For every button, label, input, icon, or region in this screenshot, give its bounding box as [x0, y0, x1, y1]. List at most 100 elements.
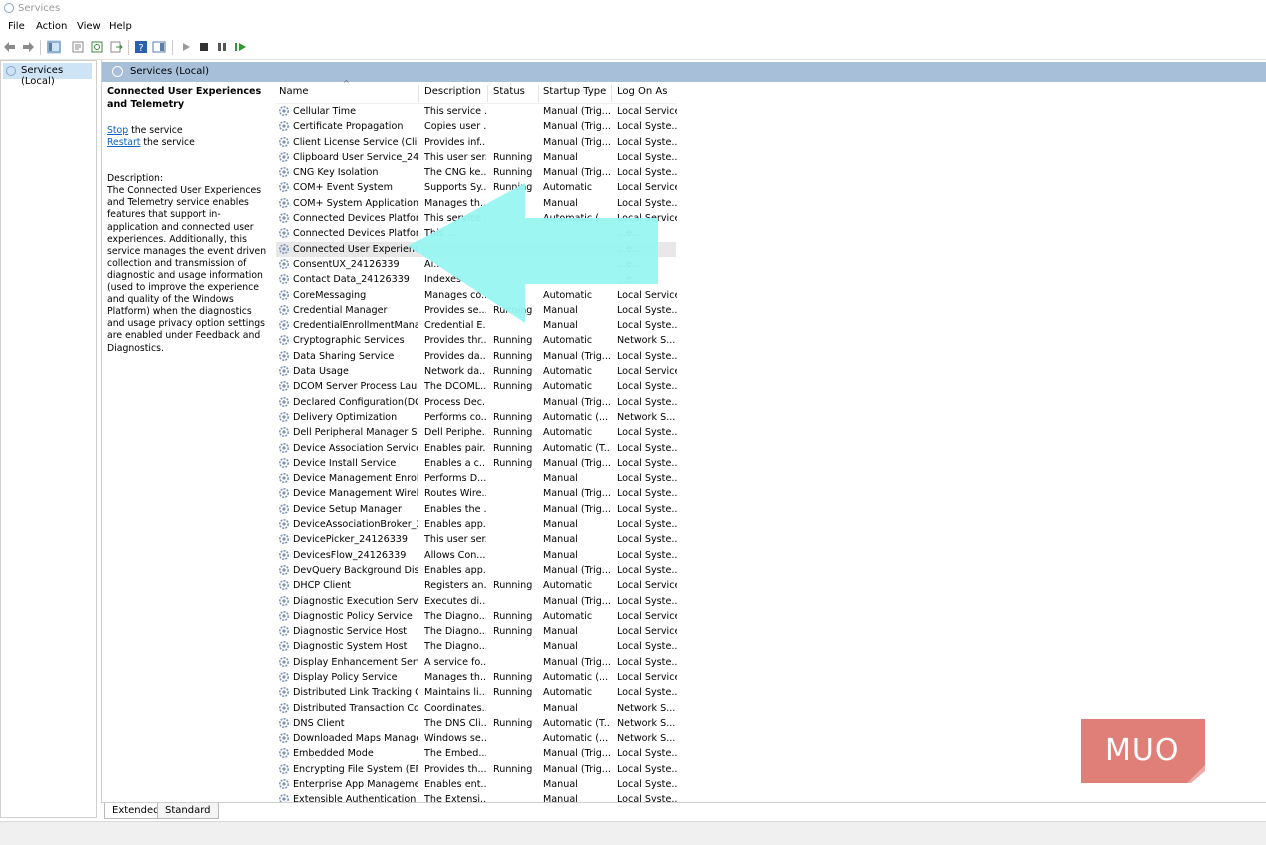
table-row[interactable]: Dell Peripheral Manager Ser... Dell Perip…: [276, 425, 677, 440]
stop-service-icon[interactable]: [197, 40, 211, 54]
service-startup-type: Manual: [543, 151, 578, 163]
table-row[interactable]: Delivery Optimization Performs co... Runni…: [276, 410, 676, 425]
table-row[interactable]: Clipboard User Service_2412... This user …: [276, 150, 677, 165]
restart-service-link[interactable]: Restart: [107, 137, 140, 148]
service-gear-icon: [279, 274, 289, 285]
column-header-status[interactable]: Status: [493, 86, 525, 100]
service-log-on-as: Local Syste...: [617, 763, 677, 775]
service-startup-type: Automatic: [543, 687, 593, 699]
back-icon[interactable]: [3, 40, 17, 54]
table-row[interactable]: Declared Configuration(DC)... Process Dec…: [276, 395, 677, 410]
table-row[interactable]: Connected Devices Platfor... This ... ...e…: [276, 226, 676, 241]
table-row[interactable]: Embedded Mode The Embed... Manual (Trig...…: [276, 746, 677, 761]
column-divider[interactable]: [538, 85, 539, 102]
table-row[interactable]: Data Sharing Service Provides da... Runnin…: [276, 349, 677, 364]
pause-service-icon[interactable]: [215, 40, 229, 54]
table-row[interactable]: Certificate Propagation Copies user ... Ma…: [276, 119, 677, 134]
service-description: The DNS Cli...: [424, 717, 486, 729]
table-row[interactable]: Data Usage Network da... Running Automatic L…: [276, 364, 677, 379]
stop-service-link[interactable]: Stop: [107, 125, 128, 136]
table-row[interactable]: DevicePicker_24126339 This user ser... Man…: [276, 532, 677, 547]
properties-icon[interactable]: [71, 40, 85, 54]
table-row[interactable]: Diagnostic Policy Service The Diagno... Ru…: [276, 609, 677, 624]
menu-view[interactable]: View: [77, 21, 101, 32]
service-startup-type: Automatic (T...: [543, 442, 611, 454]
service-description: Enables app...: [424, 564, 486, 576]
column-header-startup-type[interactable]: Startup Type: [543, 86, 606, 100]
refresh-icon[interactable]: [90, 40, 104, 54]
start-service-icon[interactable]: [179, 40, 193, 54]
table-row[interactable]: Device Install Service Enables a c... Runn…: [276, 456, 677, 471]
column-header-log-on-as[interactable]: Log On As: [617, 86, 667, 100]
table-row[interactable]: Cryptographic Services Provides thr... Run…: [276, 333, 676, 348]
table-row[interactable]: DCOM Server Process Laun... The DCOML... R…: [276, 379, 677, 394]
help-icon[interactable]: ?: [134, 40, 148, 54]
table-row[interactable]: DeviceAssociationBroker_24... Enables app…: [276, 517, 677, 532]
service-log-on-as: Local Syste...: [617, 519, 677, 531]
column-header-description[interactable]: Description: [424, 86, 481, 100]
table-row[interactable]: Diagnostic Execution Service Executes di.…: [276, 594, 677, 609]
menu-action[interactable]: Action: [36, 21, 67, 32]
table-row[interactable]: Distributed Link Tracking Cli... Maintain…: [276, 685, 677, 700]
table-row[interactable]: Cellular Time This service ... Manual (Tri…: [276, 104, 677, 119]
table-row[interactable]: Device Management Wirele... Routes Wire..…: [276, 486, 677, 501]
menu-help[interactable]: Help: [109, 21, 132, 32]
table-row[interactable]: Downloaded Maps Manager Windows se... Auto…: [276, 731, 676, 746]
table-row[interactable]: Connected User Experience... ...e...: [276, 241, 676, 257]
table-row[interactable]: COM+ System Application Manages th... Manu…: [276, 196, 677, 211]
table-row[interactable]: ConsentUX_24126339 Al... ...e...: [276, 257, 676, 272]
table-row[interactable]: DevicesFlow_24126339 Allows Con... Manual L…: [276, 548, 677, 563]
service-gear-icon: [279, 258, 289, 269]
service-description: Provides thr...: [424, 335, 486, 347]
tab-standard[interactable]: Standard: [157, 803, 219, 819]
action-pane-icon[interactable]: [152, 40, 166, 54]
toolbar-divider: [40, 40, 41, 55]
table-row[interactable]: DNS Client The DNS Cli... Running Automatic…: [276, 716, 676, 731]
column-divider[interactable]: [611, 85, 612, 102]
table-row[interactable]: Device Setup Manager Enables the ... Manua…: [276, 502, 677, 517]
column-divider[interactable]: [487, 85, 488, 102]
svg-text:?: ?: [138, 43, 143, 54]
service-status: Running: [493, 687, 533, 699]
table-row[interactable]: CoreMessaging Manages co... Automatic Local…: [276, 288, 677, 303]
service-name: Contact Data_24126339: [293, 274, 410, 286]
table-row[interactable]: Enterprise App Managemen... Enables ent..…: [276, 777, 677, 792]
restart-service-icon[interactable]: [233, 40, 247, 54]
table-row[interactable]: Distributed Transaction Coo... Coordinate…: [276, 701, 676, 716]
service-startup-type: Automatic: [543, 381, 593, 393]
menu-file[interactable]: File: [8, 21, 25, 32]
column-header-name[interactable]: Name: [279, 86, 309, 100]
column-divider[interactable]: [418, 85, 419, 102]
table-row[interactable]: Display Policy Service Manages th... Runni…: [276, 670, 677, 685]
table-row[interactable]: Encrypting File System (EFS) Provides th.…: [276, 762, 677, 777]
show-hide-console-tree-icon[interactable]: [47, 40, 61, 54]
table-row[interactable]: DHCP Client Registers an... Running Automat…: [276, 578, 677, 593]
toolbar-divider: [172, 40, 173, 55]
table-row[interactable]: Diagnostic System Host The Diagno... Manua…: [276, 639, 677, 654]
tree-item-services-local[interactable]: Services (Local): [3, 63, 92, 87]
service-gear-icon: [279, 335, 289, 346]
table-row[interactable]: COM+ Event System Supports Sy... Running Au…: [276, 180, 677, 195]
table-row[interactable]: CNG Key Isolation The CNG ke... Running Man…: [276, 165, 677, 180]
table-row[interactable]: CredentialEnrollmentMana... Credential E.…: [276, 318, 677, 333]
table-row[interactable]: Contact Data_24126339 Indexes ...e...: [276, 272, 676, 287]
service-gear-icon: [279, 106, 289, 116]
service-log-on-as: Network S...: [617, 702, 676, 714]
forward-icon[interactable]: [21, 40, 35, 54]
service-log-on-as: Local Service: [617, 626, 677, 638]
service-description: Windows se...: [424, 733, 486, 745]
table-row[interactable]: Credential Manager Provides se... Running M…: [276, 303, 677, 318]
export-list-icon[interactable]: [109, 40, 123, 54]
service-name: Device Setup Manager: [293, 503, 402, 515]
table-row[interactable]: DevQuery Background Disc... Enables app..…: [276, 563, 677, 578]
menu-bar: File Action View Help: [0, 19, 1266, 37]
table-row[interactable]: Device Association Service Enables pair..…: [276, 441, 677, 456]
service-log-on-as: Local Syste...: [617, 121, 677, 133]
table-row[interactable]: Display Enhancement Service A service fo.…: [276, 655, 677, 670]
table-row[interactable]: Connected Devices Platfor... This service…: [276, 211, 677, 226]
service-description: Network da...: [424, 366, 486, 378]
service-status: Running: [493, 671, 533, 683]
table-row[interactable]: Client License Service (ClipS... Provides…: [276, 135, 677, 150]
table-row[interactable]: Device Management Enroll... Performs D...…: [276, 471, 677, 486]
table-row[interactable]: Diagnostic Service Host The Diagno... Runn…: [276, 624, 677, 639]
